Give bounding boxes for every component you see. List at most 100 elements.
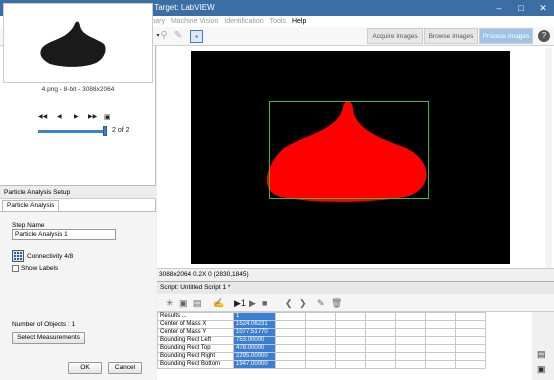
empty-cell [395,360,426,369]
empty-cell [275,352,306,361]
menu-machine-vision[interactable]: Machine Vision [168,16,221,27]
empty-cell [335,360,366,369]
results-side-panel: ▤ ▣ [532,312,554,380]
run-icon[interactable]: ▶ [249,297,256,309]
image-status-bar: 3088x2064 0.2X 0 (2830,1845) [157,268,554,280]
pen-tool-icon[interactable]: ✎ [172,30,184,42]
tab-particle-analysis[interactable]: Particle Analysis [2,200,60,211]
empty-cell [335,312,366,321]
thumbnail-particle [40,21,106,67]
menu-identification[interactable]: Identification [221,16,266,27]
stop-icon[interactable]: ■ [262,297,267,309]
table-row[interactable]: Center of Mass Y 1077.51770 [157,328,486,337]
image-thumbnail[interactable] [3,3,153,83]
table-row[interactable]: Bounding Rect Right 2295.00000 [157,352,486,361]
table-row[interactable]: Bounding Rect Bottom 1947.00000 [157,360,486,369]
empty-cell [365,344,396,353]
show-labels-label: Show Labels [21,265,59,272]
empty-cell [365,352,396,361]
empty-cell [425,352,456,361]
empty-cell [395,344,426,353]
first-image-icon[interactable]: ◀◀ [38,113,47,120]
results-header-row: Results ... 1 [157,312,486,321]
table-row[interactable]: Bounding Rect Top 478.00000 [157,344,486,353]
stack-icon[interactable]: ▣ [104,113,111,121]
table-row[interactable]: Center of Mass X 1524.06231 [157,320,486,329]
move-left-icon[interactable]: ❮ [285,297,293,309]
empty-cell [305,320,336,329]
empty-cell [395,352,426,361]
empty-cell [425,320,456,329]
empty-cell [395,328,426,337]
copy-results-icon[interactable]: ▣ [537,363,546,375]
edit-step-icon[interactable]: ✍ [213,297,224,309]
edit-icon[interactable]: ✎ [317,297,325,309]
results-table: Results ... 1 Center of Mass X 1524.0623… [157,312,532,380]
cancel-button[interactable]: Cancel [108,362,142,374]
empty-cell [455,336,486,345]
empty-cell [365,328,396,337]
empty-cell [305,352,336,361]
row-value: 478.00000 [233,344,276,353]
empty-cell [305,360,336,369]
empty-cell [455,328,486,337]
selection-tool-icon[interactable]: ▪ [190,30,203,43]
setup-header: Particle Analysis Setup [0,185,156,199]
connectivity-icon[interactable] [12,250,24,262]
empty-cell [455,312,486,321]
image-slider-thumb[interactable] [103,126,107,136]
previous-image-icon[interactable]: ◀ [57,113,62,120]
empty-cell [395,336,426,345]
tab-process-images[interactable]: Process Images [479,28,533,44]
help-icon[interactable]: ? [538,30,550,42]
empty-cell [455,352,486,361]
empty-cell [305,344,336,353]
empty-cell [335,328,366,337]
empty-cell [335,352,366,361]
empty-cell [425,328,456,337]
tab-acquire-images[interactable]: Acquire Images [367,28,423,44]
empty-cell [305,328,336,337]
open-script-icon[interactable]: ▣ [179,297,188,309]
empty-cell [425,344,456,353]
empty-cell [425,336,456,345]
results-header-column[interactable]: 1 [233,312,276,321]
connectivity-label: Connectivity 4/8 [27,253,74,260]
row-label: Center of Mass Y [157,328,234,337]
run-once-icon[interactable]: ▶1 [234,297,246,309]
table-row[interactable]: Bounding Rect Left 753.00000 [157,336,486,345]
export-results-icon[interactable]: ▤ [537,348,546,360]
empty-cell [335,344,366,353]
menu-help[interactable]: Help [289,16,309,27]
row-label: Bounding Rect Top [157,344,234,353]
tab-browse-images[interactable]: Browse Images [424,28,478,44]
maximize-button[interactable]: □ [510,0,532,16]
image-slider[interactable] [38,130,106,133]
minimize-button[interactable]: – [488,0,510,16]
close-button[interactable]: ✕ [532,0,554,16]
menu-tools[interactable]: Tools [267,16,289,27]
last-image-icon[interactable]: ▶▶ [88,113,97,120]
show-labels-checkbox[interactable] [12,265,19,272]
roi-rectangle[interactable] [269,101,429,199]
empty-cell [455,360,486,369]
save-script-icon[interactable]: ▤ [193,297,202,309]
select-measurements-button[interactable]: Select Measurements [12,332,85,344]
page-indicator: 2 of 2 [112,127,130,134]
image-scrollbar[interactable] [545,48,552,268]
empty-cell [275,328,306,337]
empty-cell [275,360,306,369]
delete-icon[interactable]: 🗑 [331,297,342,309]
move-right-icon[interactable]: ❯ [299,297,307,309]
empty-cell [365,320,396,329]
ok-button[interactable]: OK [68,362,102,374]
pointer-tool-icon[interactable]: ⚲ [158,30,170,42]
empty-cell [365,360,396,369]
step-name-input[interactable] [12,229,116,240]
empty-cell [305,312,336,321]
empty-cell [455,320,486,329]
new-script-icon[interactable]: ✳ [166,297,174,309]
image-info: 4.png - 8-bit - 3088x2064 [41,86,115,93]
empty-cell [275,320,306,329]
next-image-icon[interactable]: ▶ [74,113,79,120]
